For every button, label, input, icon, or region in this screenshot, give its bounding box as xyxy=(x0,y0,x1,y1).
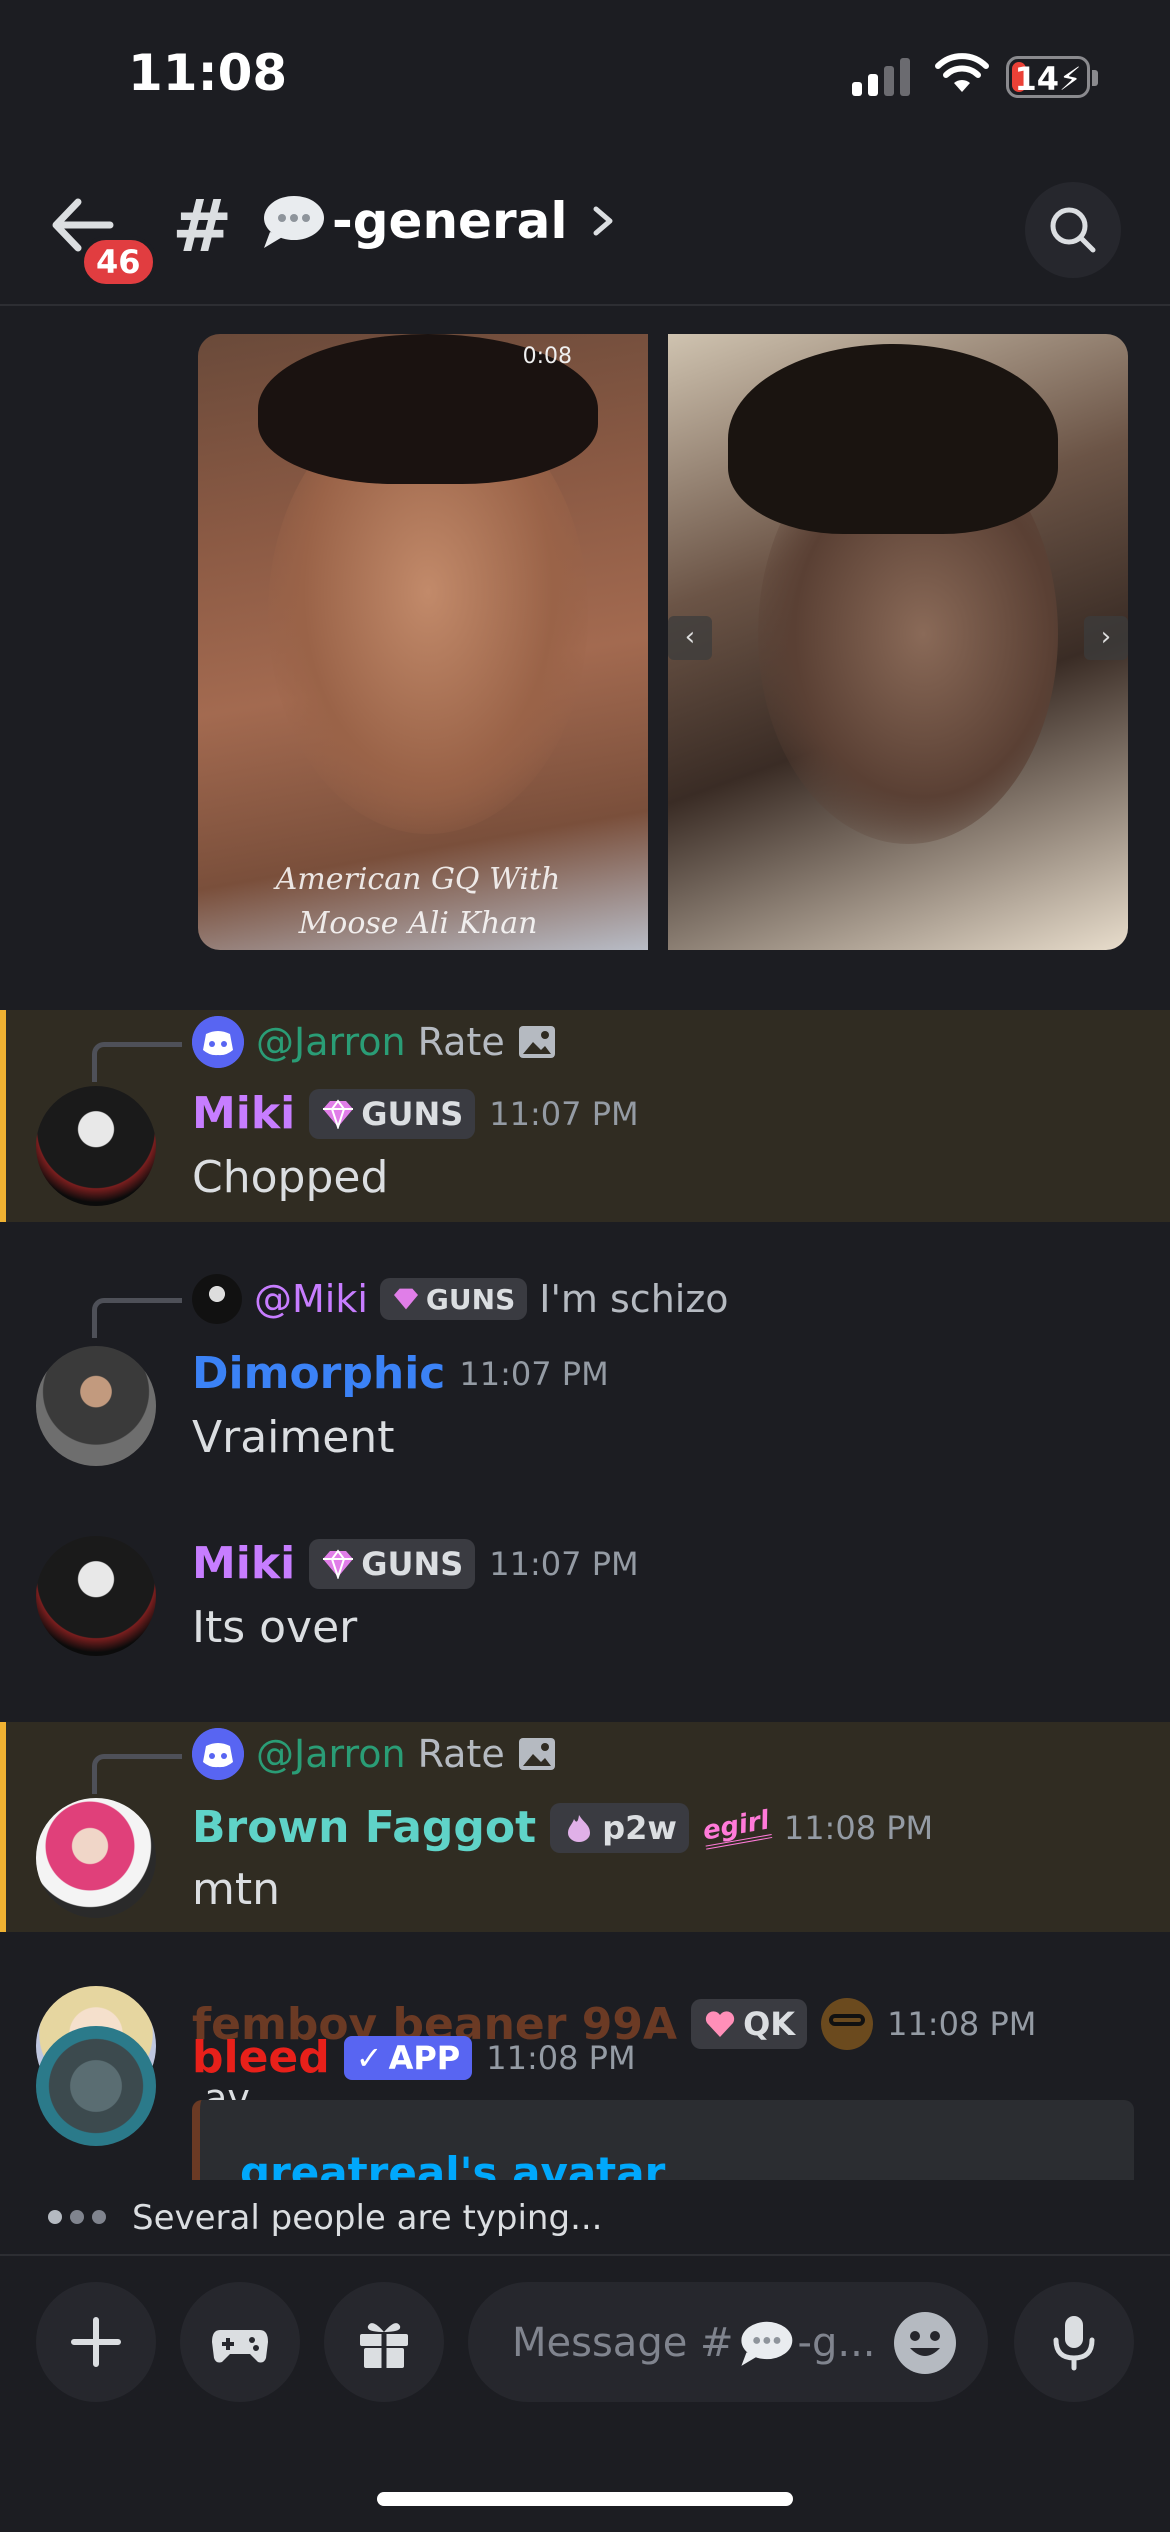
battery-level: 14 xyxy=(1014,60,1060,98)
nerd-emoji-icon xyxy=(821,1998,874,2050)
speech-bubble-icon xyxy=(264,196,324,248)
embed-title[interactable]: greatreal's avatar xyxy=(240,2148,665,2180)
egirl-badge: egirl xyxy=(700,1805,773,1850)
message-placeholder: Message # -g... xyxy=(512,2320,876,2366)
activities-button[interactable] xyxy=(180,2282,300,2402)
timestamp: 11:07 PM xyxy=(459,1354,609,1393)
hashtag-icon: # xyxy=(172,184,233,268)
timestamp: 11:08 PM xyxy=(887,2005,1037,2043)
carousel-prev-button[interactable]: ‹ xyxy=(668,616,712,660)
timestamp: 11:07 PM xyxy=(489,1544,639,1583)
message-header: bleed ✓ APP 11:08 PM xyxy=(192,2032,636,2083)
guild-tag: GUNS xyxy=(379,1278,528,1320)
guild-tag[interactable]: GUNS xyxy=(309,1538,476,1589)
image-attachment[interactable]: ‹ › xyxy=(668,334,1128,950)
reply-mention: @Jarron xyxy=(256,1020,406,1064)
message-content: Its over xyxy=(192,1602,358,1653)
message-header: Dimorphic 11:07 PM xyxy=(192,1348,609,1399)
gift-button[interactable] xyxy=(324,2282,444,2402)
status-time: 11:08 xyxy=(128,44,288,102)
carousel-next-button[interactable]: › xyxy=(1084,616,1128,660)
search-button[interactable] xyxy=(1025,182,1121,278)
unread-badge: 46 xyxy=(80,236,157,288)
message-item[interactable]: @Miki GUNS I'm schizo Dimorphic 11:07 PM… xyxy=(0,1262,1170,1466)
reply-text: Rate xyxy=(417,1732,505,1776)
discord-icon xyxy=(192,1728,244,1780)
reply-text: Rate xyxy=(417,1020,505,1064)
channel-header: 46 # -general xyxy=(0,150,1170,306)
avatar[interactable] xyxy=(36,1086,156,1206)
voice-message-button[interactable] xyxy=(1014,2282,1134,2402)
wifi-icon xyxy=(935,53,989,92)
image-icon xyxy=(518,1026,555,1058)
message-item[interactable]: femboy beaner 99A QK 11:08 PM bleed ✓ APP… xyxy=(0,1980,1170,2180)
guild-tag[interactable]: QK xyxy=(691,1999,808,2049)
image-caption: American GQ With Moose Ali Khan xyxy=(275,862,561,941)
typing-indicator: Several people are typing... xyxy=(0,2180,1170,2256)
message-item[interactable]: @Jarron Rate Brown Faggot p2w egirl 11:0… xyxy=(0,1722,1170,1932)
chevron-right-icon xyxy=(593,206,612,236)
heart-icon xyxy=(705,2011,735,2037)
gamepad-icon xyxy=(212,2330,268,2363)
reply-preview[interactable]: @Miki GUNS I'm schizo xyxy=(192,1274,729,1324)
reply-avatar xyxy=(192,1274,242,1324)
typing-text: Several people are typing... xyxy=(132,2198,603,2238)
message-header: Miki GUNS 11:07 PM xyxy=(192,1088,639,1139)
reply-text: I'm schizo xyxy=(539,1277,729,1321)
channel-name: -general xyxy=(332,192,568,250)
reply-mention: @Jarron xyxy=(256,1732,406,1776)
bot-avatar[interactable] xyxy=(36,2026,156,2146)
gem-icon xyxy=(323,1098,354,1129)
guild-tag[interactable]: GUNS xyxy=(309,1088,476,1139)
message-header: Brown Faggot p2w egirl 11:08 PM xyxy=(192,1802,933,1853)
author-name[interactable]: Brown Faggot xyxy=(192,1802,536,1853)
message-content: Chopped xyxy=(192,1152,389,1203)
app-tag: ✓ APP xyxy=(343,2035,473,2080)
author-name[interactable]: Miki xyxy=(192,1088,295,1139)
flame-icon xyxy=(568,1814,591,1842)
message-content: Vraiment xyxy=(192,1412,395,1463)
discord-icon xyxy=(192,1016,244,1068)
reply-mention: @Miki xyxy=(254,1277,368,1321)
battery-icon: 14⚡ xyxy=(1006,56,1090,98)
media-attachments: 0:08 American GQ With Moose Ali Khan ‹ › xyxy=(198,334,1128,950)
home-indicator xyxy=(377,2492,793,2506)
reply-preview[interactable]: @Jarron Rate xyxy=(192,1016,557,1068)
timestamp: 11:08 PM xyxy=(783,1808,934,1847)
message-content: mtn xyxy=(192,1864,280,1915)
add-attachment-button[interactable] xyxy=(36,2282,156,2402)
message-item[interactable]: @Jarron Rate Miki GUNS 11:07 PM Chopped xyxy=(0,1010,1170,1222)
message-input[interactable]: Message # -g... xyxy=(468,2282,988,2402)
guild-tag[interactable]: p2w xyxy=(550,1802,689,1853)
message-item[interactable]: Miki GUNS 11:07 PM Its over xyxy=(0,1520,1170,1660)
avatar[interactable] xyxy=(36,1346,156,1466)
message-composer: Message # -g... xyxy=(0,2258,1170,2532)
avatar[interactable] xyxy=(36,1798,156,1918)
checkmark-icon: ✓ xyxy=(355,2038,383,2077)
gift-icon xyxy=(360,2323,408,2368)
emoji-icon[interactable] xyxy=(892,2310,958,2376)
video-thumbnail[interactable]: 0:08 American GQ With Moose Ali Khan xyxy=(198,334,648,950)
embed-card[interactable]: greatreal's avatar xyxy=(192,2100,1134,2180)
cellular-signal-icon xyxy=(852,58,912,96)
timestamp: 11:08 PM xyxy=(486,2038,636,2077)
gem-icon xyxy=(393,1288,418,1310)
image-icon xyxy=(518,1738,555,1770)
channel-title[interactable]: -general xyxy=(260,192,618,250)
video-duration: 0:08 xyxy=(522,344,572,369)
avatar[interactable] xyxy=(36,1536,156,1656)
speech-bubble-icon xyxy=(740,2321,792,2366)
microphone-icon xyxy=(1053,2316,1095,2371)
search-icon xyxy=(1050,207,1096,253)
author-name[interactable]: Dimorphic xyxy=(192,1348,445,1399)
gem-icon xyxy=(323,1548,354,1579)
message-header: Miki GUNS 11:07 PM xyxy=(192,1538,639,1589)
reply-preview[interactable]: @Jarron Rate xyxy=(192,1728,557,1780)
typing-dots-icon xyxy=(48,2210,106,2224)
timestamp: 11:07 PM xyxy=(489,1094,639,1133)
status-bar: 11:08 14⚡ xyxy=(0,0,1170,150)
author-name[interactable]: Miki xyxy=(192,1538,295,1589)
plus-icon xyxy=(71,2317,121,2367)
